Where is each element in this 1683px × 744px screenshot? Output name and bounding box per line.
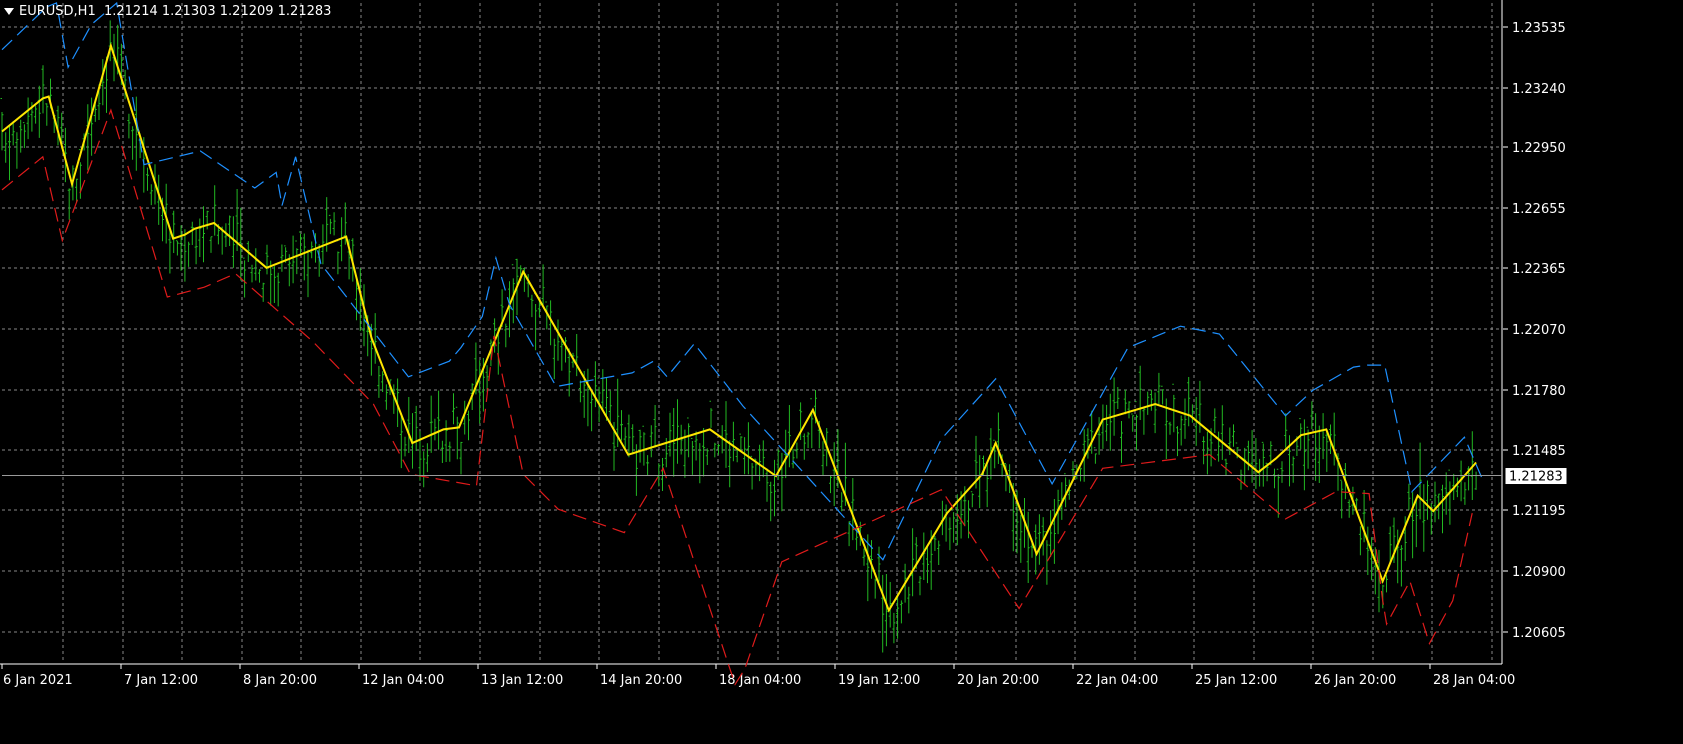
chart-window[interactable]: 1.23535 1.23240 1.22950 1.22655 1.22365 1.220… xyxy=(0,0,1683,740)
y-tick-label: 1.21195 xyxy=(1512,504,1566,519)
y-tick-label: 1.22365 xyxy=(1512,262,1566,277)
y-tick-label: 1.21780 xyxy=(1512,384,1566,399)
x-tick-label: 20 Jan 20:00 xyxy=(957,673,1039,688)
y-tick-label: 1.22655 xyxy=(1512,202,1566,217)
y-tick-label: 1.23535 xyxy=(1512,21,1566,36)
y-tick-label: 1.23240 xyxy=(1512,82,1566,97)
y-tick-label: 1.21485 xyxy=(1512,444,1566,459)
y-tick-label: 1.20900 xyxy=(1512,565,1566,580)
x-tick-label: 6 Jan 2021 xyxy=(3,673,73,688)
x-tick-label: 26 Jan 20:00 xyxy=(1314,673,1396,688)
symbol-label: EURUSD,H1 xyxy=(19,4,96,19)
current-price-label: 1.21283 xyxy=(1509,470,1563,485)
x-tick-label: 22 Jan 04:00 xyxy=(1076,673,1158,688)
ohlc-readout: 1.21214 1.21303 1.21209 1.21283 xyxy=(103,4,332,19)
x-tick-label: 25 Jan 12:00 xyxy=(1195,673,1277,688)
x-tick-label: 28 Jan 04:00 xyxy=(1433,673,1515,688)
x-tick-label: 19 Jan 12:00 xyxy=(838,673,920,688)
x-tick-label: 13 Jan 12:00 xyxy=(481,673,563,688)
price-chart[interactable]: 1.23535 1.23240 1.22950 1.22655 1.22365 1.220… xyxy=(0,0,1683,740)
x-tick-label: 8 Jan 20:00 xyxy=(243,673,317,688)
chart-background xyxy=(0,0,1683,740)
x-tick-label: 18 Jan 04:00 xyxy=(719,673,801,688)
y-tick-label: 1.22070 xyxy=(1512,323,1566,338)
collapse-triangle-icon[interactable] xyxy=(4,8,14,15)
x-tick-label: 12 Jan 04:00 xyxy=(362,673,444,688)
x-tick-label: 7 Jan 12:00 xyxy=(124,673,198,688)
y-tick-label: 1.22950 xyxy=(1512,141,1566,156)
x-tick-label: 14 Jan 20:00 xyxy=(600,673,682,688)
y-tick-label: 1.20605 xyxy=(1512,626,1566,641)
chart-header: EURUSD,H1 1.21214 1.21303 1.21209 1.2128… xyxy=(4,4,331,19)
